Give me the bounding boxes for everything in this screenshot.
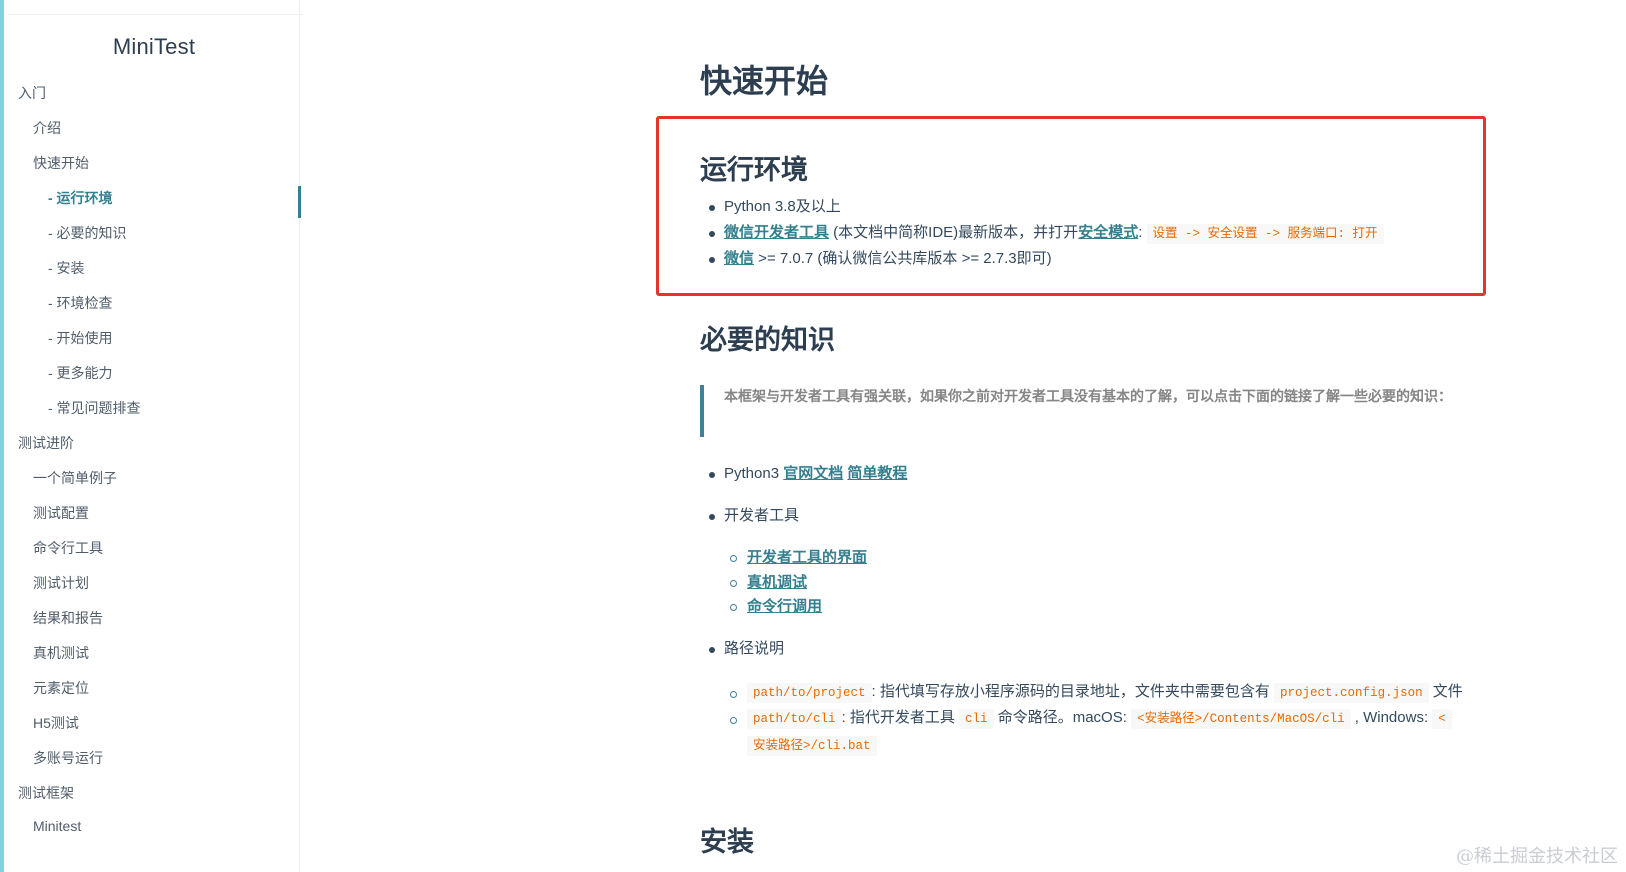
sidebar-item-multi-account[interactable]: 多账号运行 xyxy=(33,748,103,768)
sub-bullet-circle xyxy=(730,691,737,698)
app-name[interactable]: MiniTest xyxy=(4,34,304,60)
sidebar-item-h5-test[interactable]: H5测试 xyxy=(33,713,79,733)
env-item-python: Python 3.8及以上 xyxy=(724,198,841,215)
sidebar-item-quickstart[interactable]: 快速开始 xyxy=(33,153,89,173)
bullet-dot xyxy=(709,514,715,520)
windows-path-code-start: < xyxy=(1432,709,1452,729)
wechat-link[interactable]: 微信 xyxy=(724,250,754,267)
bullet-dot xyxy=(709,257,715,263)
sidebar-item-element-locate[interactable]: 元素定位 xyxy=(33,678,89,698)
sidebar-section-advanced[interactable]: 测试进阶 xyxy=(18,433,74,453)
docs-page: MiniTest 入门 介绍 快速开始 - 运行环境 - 必要的知识 - 安装 … xyxy=(0,0,1626,872)
env-item-wechat: 微信 >= 7.0.7 (确认微信公共库版本 >= 2.7.3即可) xyxy=(724,249,1052,269)
path-item-project: path/to/project: 指代填写存放小程序源码的目录地址，文件夹中需要… xyxy=(747,682,1463,703)
sidebar-item-cli-tool[interactable]: 命令行工具 xyxy=(33,538,103,558)
project-path-code: path/to/project xyxy=(747,683,872,703)
devtools-sub-item: 开发者工具的界面 xyxy=(747,548,867,568)
knowledge-item-paths: 路径说明 xyxy=(724,640,785,657)
blockquote-text: 本框架与开发者工具有强关联，如果你之前对开发者工具没有基本的了解，可以点击下面的… xyxy=(724,389,1452,405)
sidebar-item-minitest[interactable]: Minitest xyxy=(33,818,81,834)
device-debug-link[interactable]: 真机调试 xyxy=(747,574,807,591)
page-title: 快速开始 xyxy=(700,62,829,100)
sidebar-item-faq[interactable]: - 常见问题排查 xyxy=(48,398,141,418)
section-heading-install: 安装 xyxy=(700,827,754,858)
path-item-cli: path/to/cli: 指代开发者工具 cli 命令路径。macOS: <安装… xyxy=(747,708,1452,729)
env-item-devtools-text: (本文档中简称IDE)最新版本，并打开 xyxy=(829,224,1079,241)
cli-call-link[interactable]: 命令行调用 xyxy=(747,598,822,615)
sub-bullet-circle xyxy=(730,555,737,562)
sidebar-item-prerequisites[interactable]: - 必要的知识 xyxy=(48,223,127,243)
section-heading-prerequisites: 必要的知识 xyxy=(700,325,835,356)
devtools-sub-item: 真机调试 xyxy=(747,573,807,593)
sidebar-item-test-config[interactable]: 测试配置 xyxy=(33,503,89,523)
knowledge-item-devtools: 开发者工具 xyxy=(724,507,800,524)
active-indicator xyxy=(298,186,301,218)
sidebar-item-simple-example[interactable]: 一个简单例子 xyxy=(33,468,117,488)
sidebar-divider xyxy=(8,14,303,15)
sidebar-item-env-check[interactable]: - 环境检查 xyxy=(48,293,113,313)
sidebar-item-intro[interactable]: 介绍 xyxy=(33,118,61,138)
sub-bullet-circle xyxy=(730,604,737,611)
windows-path-code: 安装路径>/cli.bat xyxy=(747,736,877,756)
colon-text: : xyxy=(1138,224,1147,241)
sidebar-item-install[interactable]: - 安装 xyxy=(48,258,85,278)
sub-bullet-circle xyxy=(730,717,737,724)
project-path-tail: 文件 xyxy=(1428,683,1463,700)
bullet-dot xyxy=(709,231,715,237)
devtools-interface-link[interactable]: 开发者工具的界面 xyxy=(747,549,867,566)
env-item-wechat-text: >= 7.0.7 (确认微信公共库版本 >= 2.7.3即可) xyxy=(754,250,1052,267)
path-item-cli-wrap: 安装路径>/cli.bat xyxy=(747,735,877,756)
sub-bullet-circle xyxy=(730,580,737,587)
settings-path-code: 设置 -> 安全设置 -> 服务端口: 打开 xyxy=(1146,224,1384,244)
env-item-devtools: 微信开发者工具 (本文档中简称IDE)最新版本，并打开安全模式: 设置 -> 安… xyxy=(724,223,1384,244)
section-heading-runtime-env: 运行环境 xyxy=(700,155,808,186)
cli-path-text: : 指代开发者工具 xyxy=(841,709,955,726)
cli-path-code: path/to/cli xyxy=(747,709,842,729)
sidebar-section-framework[interactable]: 测试框架 xyxy=(18,783,74,803)
bullet-dot xyxy=(709,647,715,653)
sidebar-item-more-capabilities[interactable]: - 更多能力 xyxy=(48,363,113,383)
windows-label-text: , Windows: xyxy=(1350,709,1433,726)
cli-code: cli xyxy=(959,709,994,729)
sidebar-section-getting-started[interactable]: 入门 xyxy=(18,83,46,103)
sidebar-item-start-using[interactable]: - 开始使用 xyxy=(48,328,113,348)
python-docs-link[interactable]: 官网文档 xyxy=(783,465,843,482)
project-path-text: : 指代填写存放小程序源码的目录地址，文件夹中需要包含有 xyxy=(871,683,1270,700)
info-blockquote: 本框架与开发者工具有强关联，如果你之前对开发者工具没有基本的了解，可以点击下面的… xyxy=(700,385,1470,437)
sidebar-item-results-report[interactable]: 结果和报告 xyxy=(33,608,103,628)
knowledge-item-python: Python3 官网文档 简单教程 xyxy=(724,464,907,484)
safe-mode-link[interactable]: 安全模式 xyxy=(1078,224,1138,241)
devtools-link[interactable]: 微信开发者工具 xyxy=(724,224,829,241)
devtools-sub-item: 命令行调用 xyxy=(747,597,822,617)
sidebar-item-runtime-env[interactable]: - 运行环境 xyxy=(48,188,113,208)
project-config-code: project.config.json xyxy=(1274,683,1429,703)
macos-path-code: <安装路径>/Contents/MacOS/cli xyxy=(1131,709,1351,729)
python-tutorial-link[interactable]: 简单教程 xyxy=(847,465,907,482)
python-prefix: Python3 xyxy=(724,465,784,482)
bullet-dot xyxy=(709,472,715,478)
cli-path-text2: 命令路径。macOS: xyxy=(993,709,1132,726)
watermark: @稀土掘金技术社区 xyxy=(1456,846,1618,867)
sidebar-item-device-test[interactable]: 真机测试 xyxy=(33,643,89,663)
sidebar-item-test-plan[interactable]: 测试计划 xyxy=(33,573,89,593)
bullet-dot xyxy=(709,205,715,211)
